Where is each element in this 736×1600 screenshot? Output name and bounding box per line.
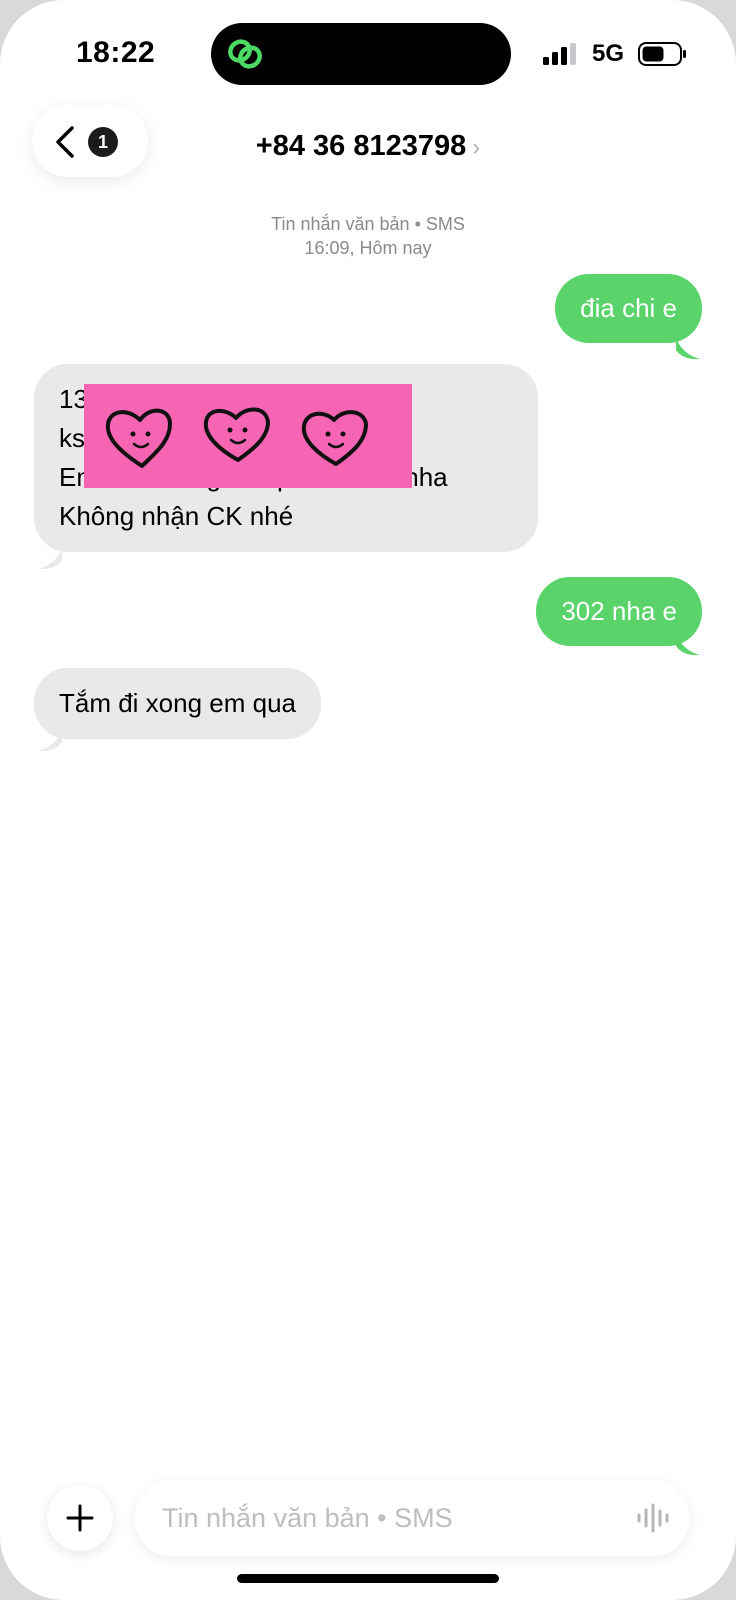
message-type-label: Tin nhắn văn bản • SMS (271, 214, 465, 234)
battery-icon (638, 42, 686, 66)
redaction-sticker (84, 384, 412, 488)
outgoing-message[interactable]: đia chi e (555, 274, 702, 343)
dynamic-island (211, 23, 511, 85)
contact-header[interactable]: +84 36 8123798 › (0, 130, 736, 163)
status-time: 18:22 (76, 36, 156, 69)
message-input[interactable] (134, 1480, 690, 1556)
message-timestamp: 16:09, Hôm nay (304, 238, 432, 258)
audio-waveform-icon[interactable] (636, 1502, 670, 1534)
bubble-tail (38, 548, 62, 570)
message-line: Không nhận CK nhé (59, 501, 294, 531)
add-attachment-button[interactable] (47, 1485, 113, 1551)
message-text: Tắm đi xong em qua (59, 688, 297, 718)
contact-number: +84 36 8123798 (255, 130, 467, 162)
heart-stickers-icon (105, 407, 368, 468)
message-text: đia chi e (580, 293, 677, 323)
message-text: 302 nha e (561, 596, 677, 626)
bubble-tail (38, 730, 62, 752)
messages-screen: 18:22 5G 1 +84 36 8123798 › Tin nhắn văn … (0, 0, 736, 1600)
bubble-tail (676, 338, 700, 360)
chevron-right-icon: › (472, 134, 481, 161)
incoming-message[interactable]: Tắm đi xong em qua (34, 668, 322, 739)
bubble-tail (676, 634, 700, 656)
network-type: 5G (592, 40, 625, 67)
home-indicator[interactable] (237, 1574, 499, 1583)
link-icon (228, 39, 262, 69)
plus-icon (66, 1504, 94, 1532)
signal-icon (543, 43, 576, 65)
